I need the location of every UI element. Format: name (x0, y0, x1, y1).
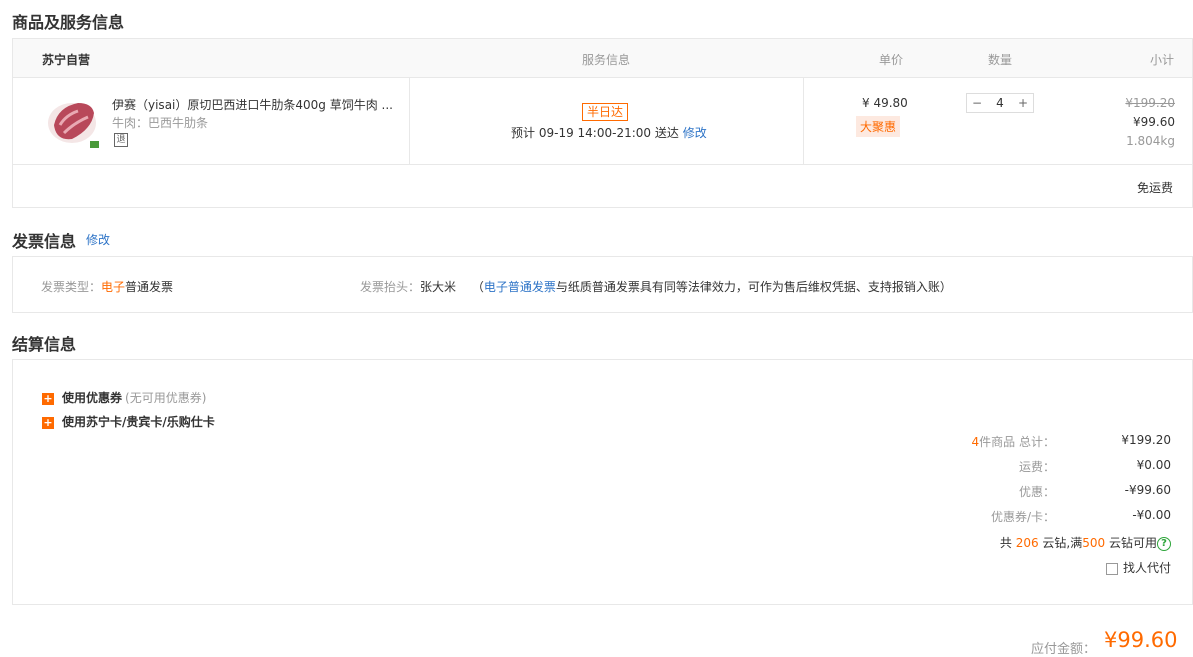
summary-freight: ¥0.00 (1136, 458, 1171, 472)
use-coupon-label[interactable]: 使用优惠券 (62, 391, 122, 405)
invoice-section-title: 发票信息 (12, 232, 77, 251)
expand-plus-icon[interactable]: + (42, 416, 54, 429)
invoice-header: 发票抬头：张大米 （电子普通发票与纸质普通发票具有同等法律效力，可作为售后维权凭… (360, 278, 952, 295)
invoice-type-label: 发票类型： (41, 280, 102, 294)
divider (409, 78, 410, 164)
invoice-type: 发票类型：电子普通发票 (41, 278, 173, 295)
proxy-pay-label[interactable]: 找人代付 (1123, 561, 1171, 575)
quantity-stepper: − 4 + (966, 93, 1034, 113)
use-coupon-row[interactable]: + 使用优惠券 (无可用优惠券) (42, 389, 206, 406)
header-quantity: 数量 (988, 53, 1013, 67)
divider (803, 78, 804, 164)
qty-plus-button[interactable]: + (1013, 96, 1033, 110)
proxy-pay-checkbox[interactable] (1105, 562, 1118, 575)
product-image[interactable] (44, 95, 100, 149)
product-attribute: 牛肉：巴西牛肋条 (112, 116, 209, 130)
summary-total-label: 4件商品 总计： (972, 433, 1055, 450)
cloud-total: 206 (1015, 536, 1039, 550)
qty-minus-button[interactable]: − (967, 96, 987, 110)
invoice-header-label: 发票抬头： (360, 280, 421, 294)
header-service: 服务信息 (582, 53, 631, 67)
shipping-note: 免运费 (1136, 181, 1173, 195)
delivery-suffix: 送达 (654, 126, 679, 140)
payable-amount: ¥99.60 (1104, 628, 1178, 652)
cloud-diamond-note: 共 206 云钻,满500 云钻可用? (1000, 534, 1171, 551)
summary-coupon-card-label: 优惠券/卡： (990, 510, 1055, 524)
goods-section-title: 商品及服务信息 (12, 13, 125, 32)
summary-total: ¥199.20 (1121, 433, 1171, 447)
unit-price: ¥ 49.80 (862, 96, 908, 110)
coupon-note: (无可用优惠券) (125, 391, 207, 405)
delivery-estimate: 预计 09-19 14:00-21:00 送达 修改 (511, 124, 707, 141)
half-day-delivery-label: 半日达 (582, 103, 629, 121)
header-unit-price: 单价 (879, 53, 904, 67)
half-day-delivery-tag: 半日达 (582, 103, 629, 121)
divider (13, 164, 1192, 165)
use-card-label[interactable]: 使用苏宁卡/贵宾卡/乐购仕卡 (62, 415, 215, 429)
delivery-modify-link[interactable]: 修改 (683, 126, 707, 140)
cloud-mid: 云钻,满 (1042, 536, 1083, 550)
summary-coupon-card: -¥0.00 (1132, 508, 1171, 522)
store-name: 苏宁自营 (42, 53, 91, 67)
help-icon[interactable]: ? (1157, 536, 1171, 551)
invoice-header-value: 张大米 (420, 280, 457, 294)
header-subtotal: 小计 (1150, 53, 1175, 67)
invoice-type-highlight: 电子 (101, 280, 126, 294)
item-count-label: 件商品 总计： (979, 435, 1055, 449)
qty-input[interactable]: 4 (990, 96, 1010, 110)
item-weight: 1.804kg (1126, 134, 1175, 148)
cloud-min: 500 (1082, 536, 1106, 550)
cloud-suffix: 云钻可用 (1108, 536, 1157, 550)
promo-tag: 大聚惠 (856, 116, 901, 137)
use-card-row[interactable]: + 使用苏宁卡/贵宾卡/乐购仕卡 (42, 413, 215, 430)
delivery-time: 09-19 14:00-21:00 (538, 126, 652, 140)
proxy-pay-row[interactable]: 找人代付 (1105, 559, 1171, 576)
invoice-modify-link[interactable]: 修改 (86, 231, 110, 248)
delivery-prefix: 预计 (511, 126, 536, 140)
invoice-note-text: 与纸质普通发票具有同等法律效力，可作为售后维权凭据、支持报销入账） (555, 280, 952, 294)
return-icon: 退 (114, 133, 128, 147)
item-subtotal: ¥99.60 (1133, 115, 1175, 129)
promo-tag-label: 大聚惠 (856, 116, 901, 137)
cloud-prefix: 共 (999, 536, 1012, 550)
product-name[interactable]: 伊赛（yisai）原切巴西进口牛肋条400g 草饲牛肉 ... (112, 96, 397, 113)
payable-label: 应付金额： (1031, 642, 1097, 657)
invoice-note-link[interactable]: 电子普通发票 (484, 280, 556, 294)
summary-discount-label: 优惠： (1018, 485, 1055, 499)
settle-section-title: 结算信息 (12, 335, 77, 354)
summary-discount: -¥99.60 (1124, 483, 1171, 497)
summary-freight-label: 运费： (1018, 460, 1055, 474)
invoice-type-value: 普通发票 (125, 280, 174, 294)
original-total: ¥199.20 (1125, 96, 1175, 110)
invoice-note-open: （ (471, 280, 484, 294)
expand-plus-icon[interactable]: + (42, 392, 54, 405)
